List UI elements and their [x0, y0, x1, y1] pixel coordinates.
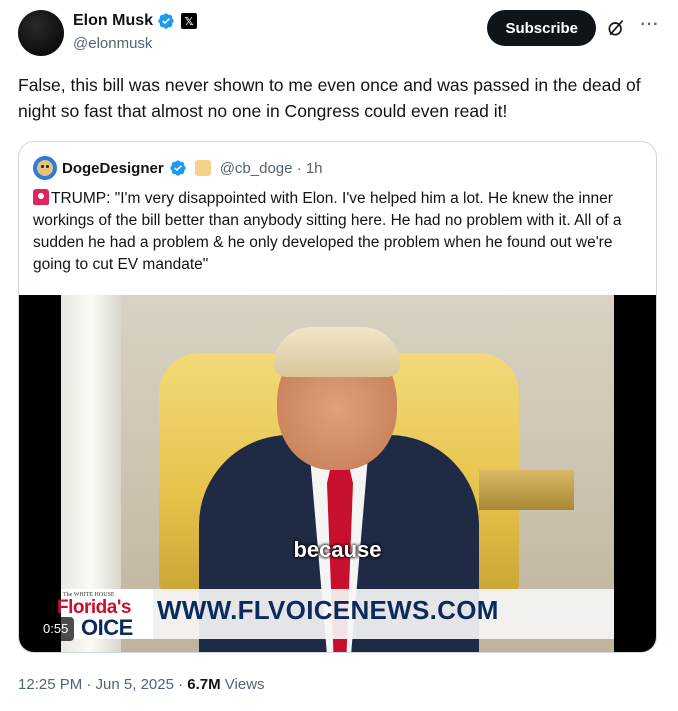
quoted-verified-badge-icon: [170, 160, 186, 176]
video-player[interactable]: because The WHITE HOUSE Florida's OICE W…: [19, 295, 656, 652]
video-caption: because: [293, 537, 382, 562]
author-avatar[interactable]: [18, 10, 64, 56]
video-timestamp: 0:55: [37, 617, 75, 641]
grok-icon[interactable]: [606, 18, 626, 38]
author-name-row: Elon Musk 𝕏: [73, 12, 198, 30]
quoted-tweet-text-wrap: TRUMP: "I'm very disappointed with Elon.…: [33, 188, 645, 276]
video-gold-trim: [479, 470, 574, 510]
subscribe-button[interactable]: Subscribe: [487, 10, 596, 46]
video-news-banner: The WHITE HOUSE Florida's OICE WWW.FLVOI…: [57, 589, 614, 640]
quoted-tweet-header: DogeDesigner @cb_doge · 1h: [33, 156, 323, 180]
doge-affiliate-icon: [194, 160, 211, 176]
banner-url: WWW.FLVOICENEWS.COM: [157, 595, 499, 625]
quoted-author-avatar: [33, 156, 57, 180]
views-label: Views: [220, 676, 265, 693]
tweet-meta: 12:25 PM · Jun 5, 2025 · 6.7M Views: [18, 676, 265, 693]
verified-badge-icon: [158, 13, 174, 29]
quoted-tweet-text: TRUMP: "I'm very disappointed with Elon.…: [33, 190, 622, 273]
author-handle[interactable]: @elonmusk: [73, 35, 152, 52]
tweet-time-date[interactable]: 12:25 PM · Jun 5, 2025 ·: [18, 676, 187, 693]
tweet-header: Elon Musk 𝕏 @elonmusk Subscribe ···: [18, 8, 664, 58]
quoted-author-name: DogeDesigner: [62, 159, 164, 177]
x-affiliate-badge-icon: 𝕏: [181, 13, 198, 29]
author-name[interactable]: Elon Musk: [73, 12, 153, 30]
siren-emoji-icon: [33, 189, 49, 205]
views-count: 6.7M: [187, 676, 221, 693]
quoted-tweet[interactable]: DogeDesigner @cb_doge · 1h TRUMP: "I'm v…: [18, 141, 657, 653]
florida-voice-logo: The WHITE HOUSE Florida's OICE: [57, 589, 153, 640]
banner-logo-line2: OICE: [81, 615, 133, 640]
quoted-handle-time: @cb_doge · 1h: [219, 159, 323, 177]
video-person-hair: [274, 327, 400, 377]
more-options-icon[interactable]: ···: [640, 17, 660, 38]
tweet-text: False, this bill was never shown to me e…: [18, 75, 641, 121]
